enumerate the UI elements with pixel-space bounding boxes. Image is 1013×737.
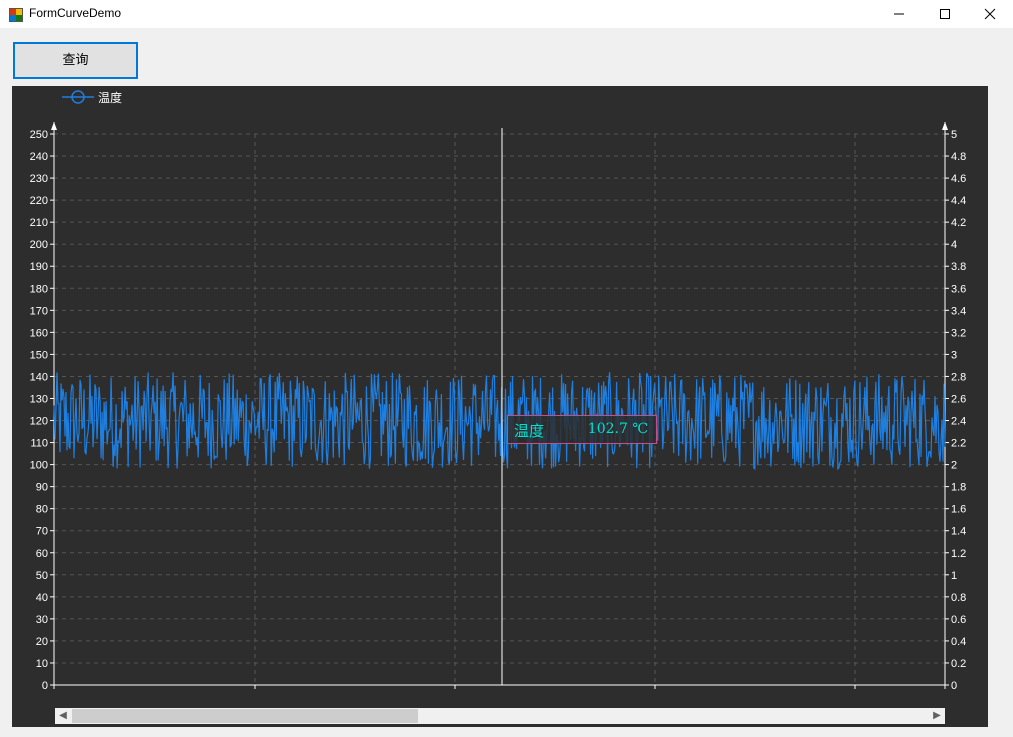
legend-label: 温度 [98,91,123,105]
y2-tick-label: 0.4 [951,636,966,648]
y-tick-label: 160 [30,327,48,339]
y-tick-label: 110 [30,438,48,450]
y-axis-left-arrow-icon [51,122,57,130]
y2-tick-label: 4.2 [951,217,966,229]
horizontal-scrollbar[interactable]: ◀ ▶ [55,708,945,724]
y-tick-label: 100 [30,460,48,472]
y-tick-label: 70 [36,526,48,538]
y-tick-label: 230 [30,173,48,185]
y2-tick-label: 1.2 [951,548,966,560]
y2-tick-label: 1 [951,570,957,582]
window-title: FormCurveDemo [29,6,122,20]
tooltip-value: 102.7 ℃ [587,421,648,437]
y2-tick-label: 4.8 [951,151,966,163]
curve-chart[interactable]: 0 10 20 30 40 50 60 70 80 90 100 110 120 130 140 150 160… [12,86,988,727]
y-tick-label: 20 [36,636,48,648]
y-tick-label: 90 [36,482,48,494]
y-axis-right-arrow-icon [942,122,948,130]
y2-tick-label: 3.2 [951,327,966,339]
y-tick-label: 10 [36,658,48,670]
y2-tick-label: 4.6 [951,173,966,185]
y-tick-label: 200 [30,239,48,251]
scrollbar-thumb[interactable] [72,709,418,723]
close-button[interactable] [967,0,1013,28]
y2-tick-label: 3 [951,349,957,361]
title-bar: FormCurveDemo [0,0,1013,28]
y2-tick-label: 1.8 [951,482,966,494]
query-button[interactable]: 查询 [13,42,138,79]
y2-tick-label: 3.6 [951,283,966,295]
y2-tick-label: 3.8 [951,261,966,273]
close-icon [984,8,996,20]
y-tick-label: 60 [36,548,48,560]
y-tick-label: 150 [30,349,48,361]
tooltip-series-name: 温度 [514,422,545,440]
y2-tick-label: 3.4 [951,305,966,317]
y2-tick-label: 4 [951,239,957,251]
y-tick-label: 50 [36,570,48,582]
y-tick-label: 190 [30,261,48,273]
y2-tick-label: 2.4 [951,416,966,428]
y-tick-label: 240 [30,151,48,163]
y-tick-label: 40 [36,592,48,604]
y2-tick-label: 4.4 [951,195,966,207]
y-tick-label: 210 [30,217,48,229]
y2-tick-label: 1.4 [951,526,966,538]
maximize-button[interactable] [922,0,968,28]
y2-tick-label: 0 [951,680,957,692]
y-tick-label: 130 [30,393,48,405]
y2-tick-label: 2 [951,460,957,472]
y2-tick-label: 2.8 [951,371,966,383]
y-tick-label: 170 [30,305,48,317]
y-tick-label: 180 [30,283,48,295]
y-tick-label: 30 [36,614,48,626]
app-icon [9,7,23,22]
y2-tick-label: 1.6 [951,504,966,516]
y-tick-label: 250 [30,129,48,141]
scroll-right-arrow-icon[interactable]: ▶ [929,708,945,724]
y2-tick-label: 0.8 [951,592,966,604]
cursor-tooltip: 温度 102.7 ℃ [507,415,657,444]
y2-tick-label: 5 [951,129,957,141]
y-tick-label: 120 [30,416,48,428]
y2-tick-label: 0.6 [951,614,966,626]
y2-tick-label: 2.2 [951,438,966,450]
y-tick-label: 80 [36,504,48,516]
y-tick-label: 220 [30,195,48,207]
y-tick-label: 0 [42,680,48,692]
maximize-icon [940,9,950,19]
temperature-series-line [53,372,946,471]
y2-tick-label: 2.6 [951,393,966,405]
y-tick-label: 140 [30,371,48,383]
y2-tick-label: 0.2 [951,658,966,670]
minimize-button[interactable] [876,0,922,28]
minimize-icon [894,13,904,15]
scroll-left-arrow-icon[interactable]: ◀ [55,708,71,724]
chart-canvas: 0102030405060708090100110120130140150160… [30,90,966,692]
